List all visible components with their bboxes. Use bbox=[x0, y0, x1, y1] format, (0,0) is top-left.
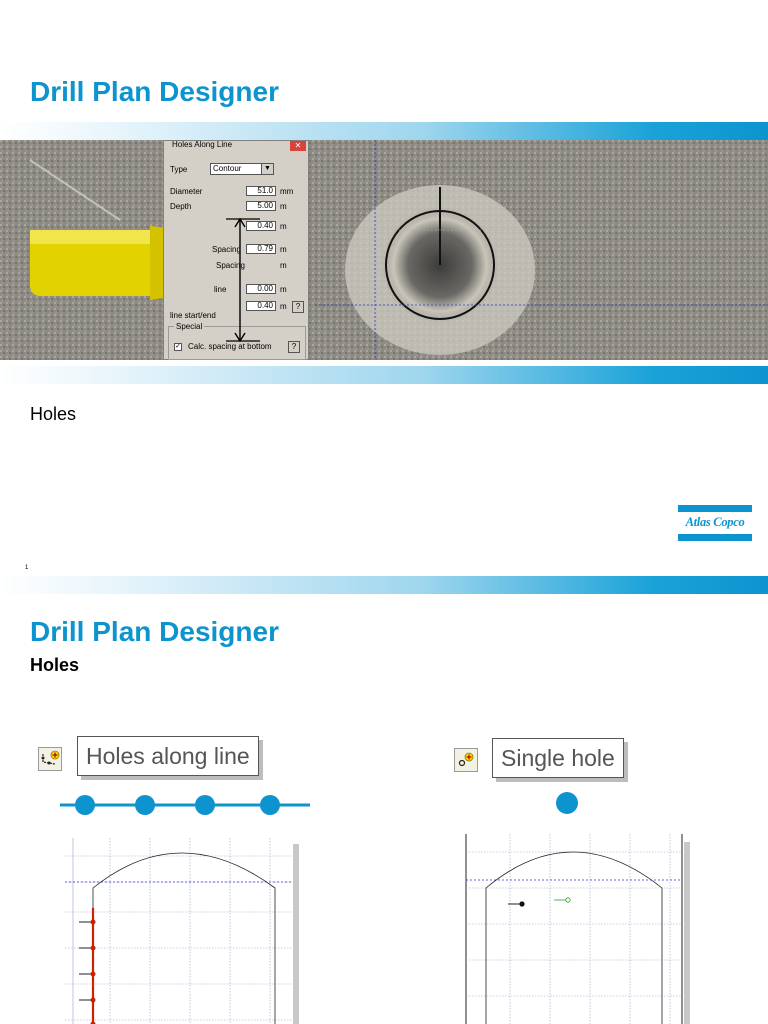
banner-photo: Holes Along Line ✕ Type Contour ▼ Diamet… bbox=[0, 140, 768, 360]
line-start-end-label: line start/end bbox=[170, 311, 216, 320]
spacing-unit: m bbox=[280, 245, 287, 254]
logo-bottom-bar bbox=[678, 534, 752, 541]
dialog-close-icon[interactable]: ✕ bbox=[290, 141, 306, 151]
depth-field[interactable]: 5.00 bbox=[246, 201, 276, 211]
help-button[interactable]: ? bbox=[292, 301, 304, 313]
page-number: 1 bbox=[25, 565, 29, 571]
top-gradient-band bbox=[0, 122, 768, 140]
slide-2-subtitle: Holes bbox=[30, 655, 80, 675]
field-6-unit: m bbox=[280, 302, 287, 311]
slide-1-subtitle: Holes bbox=[30, 404, 77, 424]
single-hole-diagram bbox=[465, 834, 690, 1024]
single-hole-label: Single hole bbox=[492, 738, 624, 778]
holes-along-line-dialog: Holes Along Line ✕ Type Contour ▼ Diamet… bbox=[163, 140, 309, 360]
chevron-down-icon: ▼ bbox=[261, 164, 273, 174]
holes-along-line-tool-icon[interactable] bbox=[38, 747, 62, 771]
holes-along-line-symbol bbox=[60, 795, 310, 815]
holes-along-line-diagram bbox=[65, 838, 299, 1024]
special-label: Special bbox=[174, 322, 205, 331]
diameter-field[interactable]: 51.0 bbox=[246, 186, 276, 196]
dialog-caption: Holes Along Line bbox=[164, 141, 308, 151]
single-hole-tool-icon[interactable] bbox=[454, 748, 478, 772]
help-button-2[interactable]: ? bbox=[288, 341, 300, 353]
diameter-unit: mm bbox=[280, 187, 294, 196]
slide-1-title: Drill Plan Designer bbox=[30, 76, 279, 107]
type-label: Type bbox=[170, 165, 188, 174]
type-select[interactable]: Contour ▼ bbox=[210, 163, 274, 175]
holes-along-line-label: Holes along line bbox=[77, 736, 259, 776]
type-select-value: Contour bbox=[213, 164, 242, 173]
slide-2-title: Drill Plan Designer bbox=[30, 616, 279, 647]
single-hole-symbol bbox=[556, 792, 578, 814]
depth-label: Depth bbox=[170, 202, 192, 211]
calc-spacing-checkbox[interactable]: ✓ bbox=[174, 343, 182, 351]
depth-unit: m bbox=[280, 202, 287, 211]
rock-surface-image bbox=[0, 140, 768, 360]
slide-2-top-band bbox=[0, 576, 768, 594]
spacing-2-unit: m bbox=[280, 261, 287, 270]
slide-1: Drill Plan Designer Holes Along Line ✕ T… bbox=[0, 0, 768, 576]
line-unit: m bbox=[280, 285, 287, 294]
logo-text: Atlas Copco bbox=[685, 515, 745, 529]
bottom-gradient-band bbox=[0, 366, 768, 384]
slide-2: Drill Plan Designer Holes Holes along li… bbox=[0, 576, 768, 1024]
diameter-label: Diameter bbox=[170, 187, 203, 196]
logo-top-bar bbox=[678, 505, 752, 512]
atlas-copco-logo: Atlas Copco bbox=[678, 505, 752, 541]
dimension-arrows bbox=[226, 217, 260, 343]
field-3-unit: m bbox=[280, 222, 287, 231]
